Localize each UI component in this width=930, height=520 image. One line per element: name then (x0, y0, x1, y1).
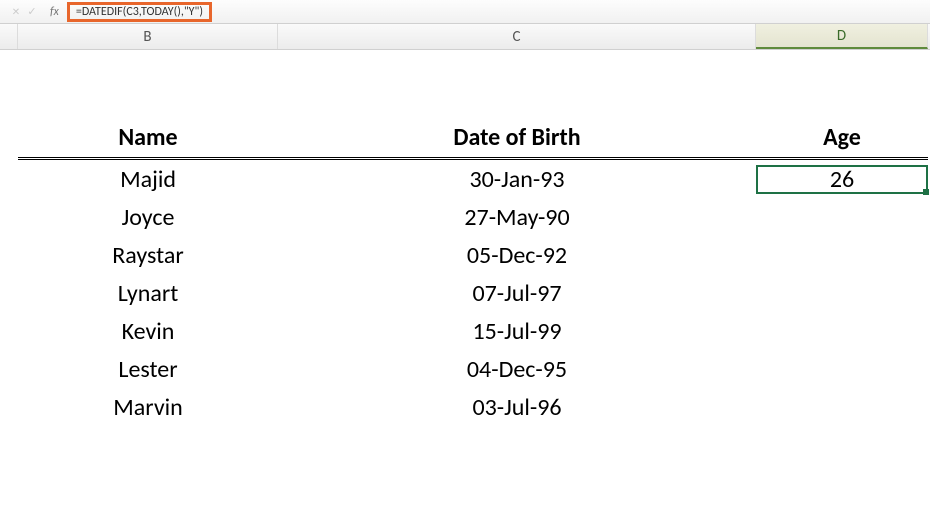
col-header-c[interactable]: C (278, 24, 756, 49)
cell-name[interactable]: Marvin (18, 393, 278, 422)
cell-age-active[interactable]: 26 (756, 165, 928, 194)
table-row: Marvin 03-Jul-96 (18, 388, 928, 426)
header-age[interactable]: Age (756, 123, 928, 152)
data-table: Name Date of Birth Age Majid 30-Jan-93 2… (18, 118, 928, 426)
column-headers: B C D (0, 24, 930, 50)
sheet-area: Name Date of Birth Age Majid 30-Jan-93 2… (0, 50, 930, 426)
cell-dob[interactable]: 04-Dec-95 (278, 355, 756, 384)
cell-dob[interactable]: 27-May-90 (278, 203, 756, 232)
table-row: Lynart 07-Jul-97 (18, 274, 928, 312)
cell-name[interactable]: Kevin (18, 317, 278, 346)
table-row: Raystar 05-Dec-92 (18, 236, 928, 274)
table-row: Lester 04-Dec-95 (18, 350, 928, 388)
fill-handle[interactable] (923, 189, 929, 195)
col-header-blank[interactable] (0, 24, 18, 49)
accept-icon[interactable]: ✓ (24, 5, 40, 18)
cell-name[interactable]: Lester (18, 355, 278, 384)
cell-name[interactable]: Lynart (18, 279, 278, 308)
cell-name[interactable]: Joyce (18, 203, 278, 232)
cell-dob[interactable]: 05-Dec-92 (278, 241, 756, 270)
table-row: Joyce 27-May-90 (18, 198, 928, 236)
cell-age-value: 26 (830, 165, 854, 194)
cancel-icon[interactable]: ✕ (8, 5, 24, 18)
formula-highlight-box: =DATEDIF(C3,TODAY(),"Y") (67, 2, 212, 22)
cell-name[interactable]: Majid (18, 165, 278, 194)
formula-bar: ✕ ✓ fx =DATEDIF(C3,TODAY(),"Y") (0, 0, 930, 24)
cell-dob[interactable]: 15-Jul-99 (278, 317, 756, 346)
col-header-d[interactable]: D (756, 24, 928, 49)
formula-input[interactable]: =DATEDIF(C3,TODAY(),"Y") (76, 5, 203, 19)
header-dob[interactable]: Date of Birth (278, 123, 756, 152)
cell-dob[interactable]: 30-Jan-93 (278, 165, 756, 194)
col-header-b[interactable]: B (18, 24, 278, 49)
table-row: Kevin 15-Jul-99 (18, 312, 928, 350)
cell-name[interactable]: Raystar (18, 241, 278, 270)
table-row: Majid 30-Jan-93 26 (18, 160, 928, 198)
fx-label[interactable]: fx (50, 5, 59, 19)
table-header-row: Name Date of Birth Age (18, 118, 928, 160)
cell-dob[interactable]: 07-Jul-97 (278, 279, 756, 308)
header-name[interactable]: Name (18, 123, 278, 152)
cell-dob[interactable]: 03-Jul-96 (278, 393, 756, 422)
